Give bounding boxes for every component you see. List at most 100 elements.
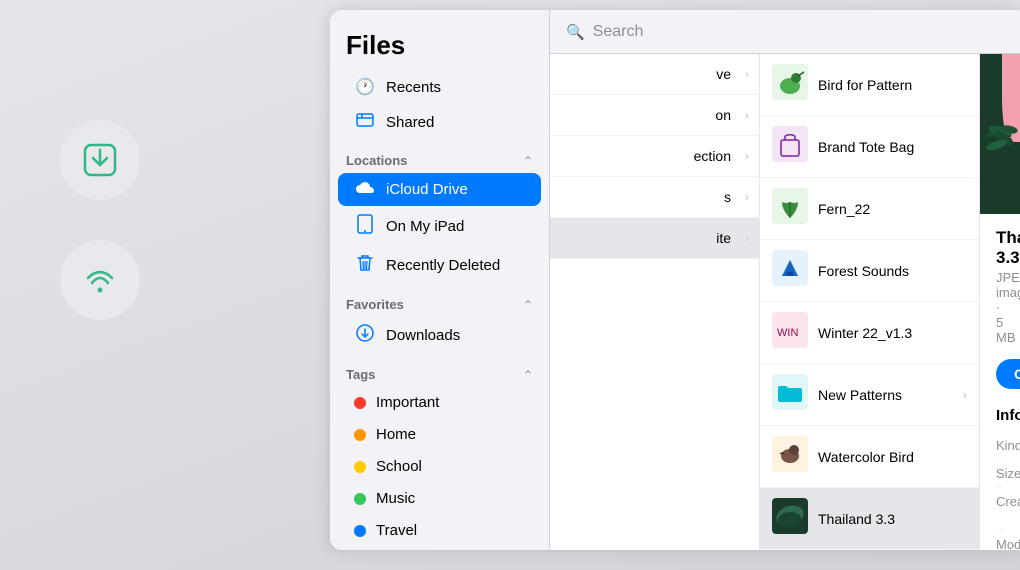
- sidebar-item-deleted[interactable]: Recently Deleted: [338, 247, 541, 284]
- preview-leaf-svg: [980, 54, 1020, 214]
- wifi-icon-circle: [60, 240, 140, 320]
- info-label: Kind: [996, 438, 1020, 453]
- file-thumb: [772, 64, 808, 105]
- file-name: Brand Tote Bag: [818, 139, 967, 155]
- shared-icon: [354, 112, 376, 133]
- file-name: Thailand 3.3: [818, 511, 967, 527]
- info-label: Modified: [996, 537, 1020, 550]
- tags-label: Tags: [346, 367, 375, 382]
- sidebar-tag-travel[interactable]: Travel: [338, 515, 541, 546]
- file-item[interactable]: Brand Tote Bag: [760, 116, 979, 178]
- recents-icon: 🕐: [354, 77, 376, 97]
- tag-label: Home: [376, 426, 416, 443]
- tag-dot: [354, 397, 366, 409]
- favorites-section-header: Favorites ⌃: [330, 285, 549, 316]
- info-rows: Kind JP Size Created September 1... Modi…: [996, 432, 1004, 550]
- favorites-label: Favorites: [346, 297, 404, 312]
- partial-file-item-2[interactable]: on ›: [550, 95, 759, 136]
- download-icon: [80, 140, 120, 180]
- wifi-icon: [80, 260, 120, 300]
- partial-file-item-4[interactable]: s ›: [550, 177, 759, 218]
- tag-label: School: [376, 458, 422, 475]
- partial-file-item-1[interactable]: ve ›: [550, 54, 759, 95]
- tag-dot: [354, 493, 366, 505]
- info-section-header: Information Share: [996, 407, 1004, 424]
- sidebar-tag-music[interactable]: Music: [338, 483, 541, 514]
- svg-text:WIN: WIN: [777, 327, 798, 339]
- partial-file-item-5[interactable]: ite ›: [550, 218, 759, 259]
- sidebar-tag-family[interactable]: Family: [338, 547, 541, 550]
- sidebar-tag-important[interactable]: Important: [338, 387, 541, 418]
- file-thumb: [772, 126, 808, 167]
- tag-label: Travel: [376, 522, 417, 539]
- info-row: Modified September 1...: [996, 531, 1004, 550]
- search-icon: 🔍: [566, 23, 585, 41]
- file-thumb: WIN: [772, 312, 808, 353]
- tag-dot: [354, 525, 366, 537]
- file-item[interactable]: Watercolor Bird: [760, 426, 979, 488]
- file-name: Winter 22_v1.3: [818, 325, 967, 341]
- partial-file-item-3[interactable]: ection ›: [550, 136, 759, 177]
- file-item[interactable]: New Patterns ›: [760, 364, 979, 426]
- left-icons-area: [60, 120, 140, 320]
- preview-image: [980, 54, 1020, 214]
- ipad-icon: [354, 214, 376, 239]
- file-thumb: [772, 498, 808, 539]
- file-thumb: [772, 374, 808, 415]
- file-name: New Patterns: [818, 387, 953, 403]
- info-label: Size: [996, 466, 1020, 481]
- sidebar-item-icloud[interactable]: iCloud Drive: [338, 173, 541, 206]
- tag-dot: [354, 429, 366, 441]
- sidebar-tag-school[interactable]: School: [338, 451, 541, 482]
- file-thumb: [772, 436, 808, 477]
- icloud-label: iCloud Drive: [386, 181, 468, 198]
- file-list: Bird for Pattern Brand Tote Bag Fern_22 …: [760, 54, 980, 550]
- preview-actions: OPEN: [996, 357, 1004, 391]
- preview-filetype: JPEG image · 5 MB: [996, 270, 1004, 345]
- file-item[interactable]: Bird for Pattern: [760, 54, 979, 116]
- info-label: Created: [996, 494, 1020, 524]
- file-item[interactable]: Fern_22: [760, 178, 979, 240]
- info-row: Kind JP: [996, 432, 1004, 460]
- sidebar-item-shared[interactable]: Shared: [338, 105, 541, 140]
- file-name: Watercolor Bird: [818, 449, 967, 465]
- info-section-title: Information: [996, 407, 1020, 424]
- icloud-icon: [354, 180, 376, 199]
- file-item[interactable]: WIN Winter 22_v1.3: [760, 302, 979, 364]
- shared-label: Shared: [386, 114, 434, 131]
- download-icon-circle: [60, 120, 140, 200]
- file-thumb: [772, 188, 808, 229]
- file-chevron: ›: [963, 387, 967, 402]
- info-row: Size: [996, 460, 1004, 488]
- file-item[interactable]: Forest Sounds: [760, 240, 979, 302]
- file-item[interactable]: Thailand 3.3: [760, 488, 979, 550]
- trash-icon: [354, 254, 376, 277]
- locations-section-header: Locations ⌃: [330, 141, 549, 172]
- ipad-label: On My iPad: [386, 218, 464, 235]
- file-thumb: [772, 250, 808, 291]
- app-title: Files: [330, 18, 549, 69]
- tags-chevron: ⌃: [523, 368, 533, 382]
- sidebar: Files 🕐 Recents Shared Locations ⌃: [330, 10, 550, 550]
- downloads-label: Downloads: [386, 327, 460, 344]
- tags-section-header: Tags ⌃: [330, 355, 549, 386]
- recents-label: Recents: [386, 79, 441, 96]
- locations-chevron: ⌃: [523, 154, 533, 168]
- preview-filename: Thailand 3.3.JPG: [996, 228, 1004, 268]
- sidebar-tag-home[interactable]: Home: [338, 419, 541, 450]
- sidebar-item-downloads[interactable]: Downloads: [338, 317, 541, 354]
- preview-info: Thailand 3.3.JPG JPEG image · 5 MB OPEN …: [980, 214, 1020, 550]
- info-row: Created September 1...: [996, 488, 1004, 531]
- tag-label: Music: [376, 490, 415, 507]
- open-button[interactable]: OPEN: [996, 359, 1020, 389]
- file-name: Forest Sounds: [818, 263, 967, 279]
- search-placeholder: Search: [593, 23, 644, 41]
- favorites-chevron: ⌃: [523, 298, 533, 312]
- preview-panel: Thailand 3.3.JPG JPEG image · 5 MB OPEN …: [980, 54, 1020, 550]
- tag-dot: [354, 461, 366, 473]
- tag-label: Important: [376, 394, 439, 411]
- sidebar-item-ipad[interactable]: On My iPad: [338, 207, 541, 246]
- locations-label: Locations: [346, 153, 407, 168]
- sidebar-item-recents[interactable]: 🕐 Recents: [338, 70, 541, 104]
- deleted-label: Recently Deleted: [386, 257, 500, 274]
